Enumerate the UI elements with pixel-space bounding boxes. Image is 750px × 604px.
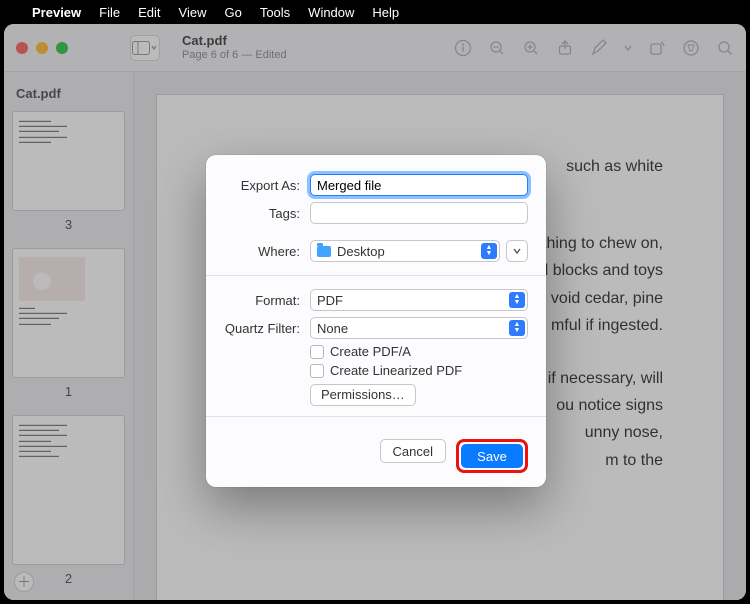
- quartz-filter-label: Quartz Filter:: [224, 321, 310, 336]
- quartz-filter-select[interactable]: None ▲▼: [310, 317, 528, 339]
- where-label: Where:: [224, 244, 310, 259]
- save-button[interactable]: Save: [461, 444, 523, 468]
- menu-file[interactable]: File: [99, 5, 120, 20]
- cancel-button[interactable]: Cancel: [380, 439, 446, 463]
- separator: [206, 275, 546, 276]
- export-dialog: Export As: Tags: Where: Desktop ▲▼ Forma…: [206, 155, 546, 487]
- create-pdfa-label: Create PDF/A: [330, 344, 411, 359]
- menu-edit[interactable]: Edit: [138, 5, 160, 20]
- permissions-button[interactable]: Permissions…: [310, 384, 416, 406]
- menu-tools[interactable]: Tools: [260, 5, 290, 20]
- menu-help[interactable]: Help: [372, 5, 399, 20]
- where-select[interactable]: Desktop ▲▼: [310, 240, 500, 262]
- format-value: PDF: [317, 293, 343, 308]
- tags-input[interactable]: [310, 202, 528, 224]
- create-pdfa-checkbox[interactable]: [310, 345, 324, 359]
- quartz-filter-value: None: [317, 321, 348, 336]
- chevron-down-icon: [512, 246, 522, 256]
- updown-icon: ▲▼: [509, 292, 525, 308]
- updown-icon: ▲▼: [481, 243, 497, 259]
- tags-label: Tags:: [224, 206, 310, 221]
- disclose-button[interactable]: [506, 240, 528, 262]
- menu-go[interactable]: Go: [224, 5, 241, 20]
- menu-window[interactable]: Window: [308, 5, 354, 20]
- create-linearized-label: Create Linearized PDF: [330, 363, 462, 378]
- menubar-appname[interactable]: Preview: [32, 5, 81, 20]
- export-as-input[interactable]: [310, 174, 528, 196]
- menu-view[interactable]: View: [179, 5, 207, 20]
- create-linearized-checkbox[interactable]: [310, 364, 324, 378]
- save-button-highlight: Save: [456, 439, 528, 473]
- updown-icon: ▲▼: [509, 320, 525, 336]
- format-label: Format:: [224, 293, 310, 308]
- format-select[interactable]: PDF ▲▼: [310, 289, 528, 311]
- folder-icon: [317, 246, 331, 257]
- menubar: Preview File Edit View Go Tools Window H…: [0, 0, 750, 24]
- where-value: Desktop: [337, 244, 385, 259]
- separator: [206, 416, 546, 417]
- export-as-label: Export As:: [224, 178, 310, 193]
